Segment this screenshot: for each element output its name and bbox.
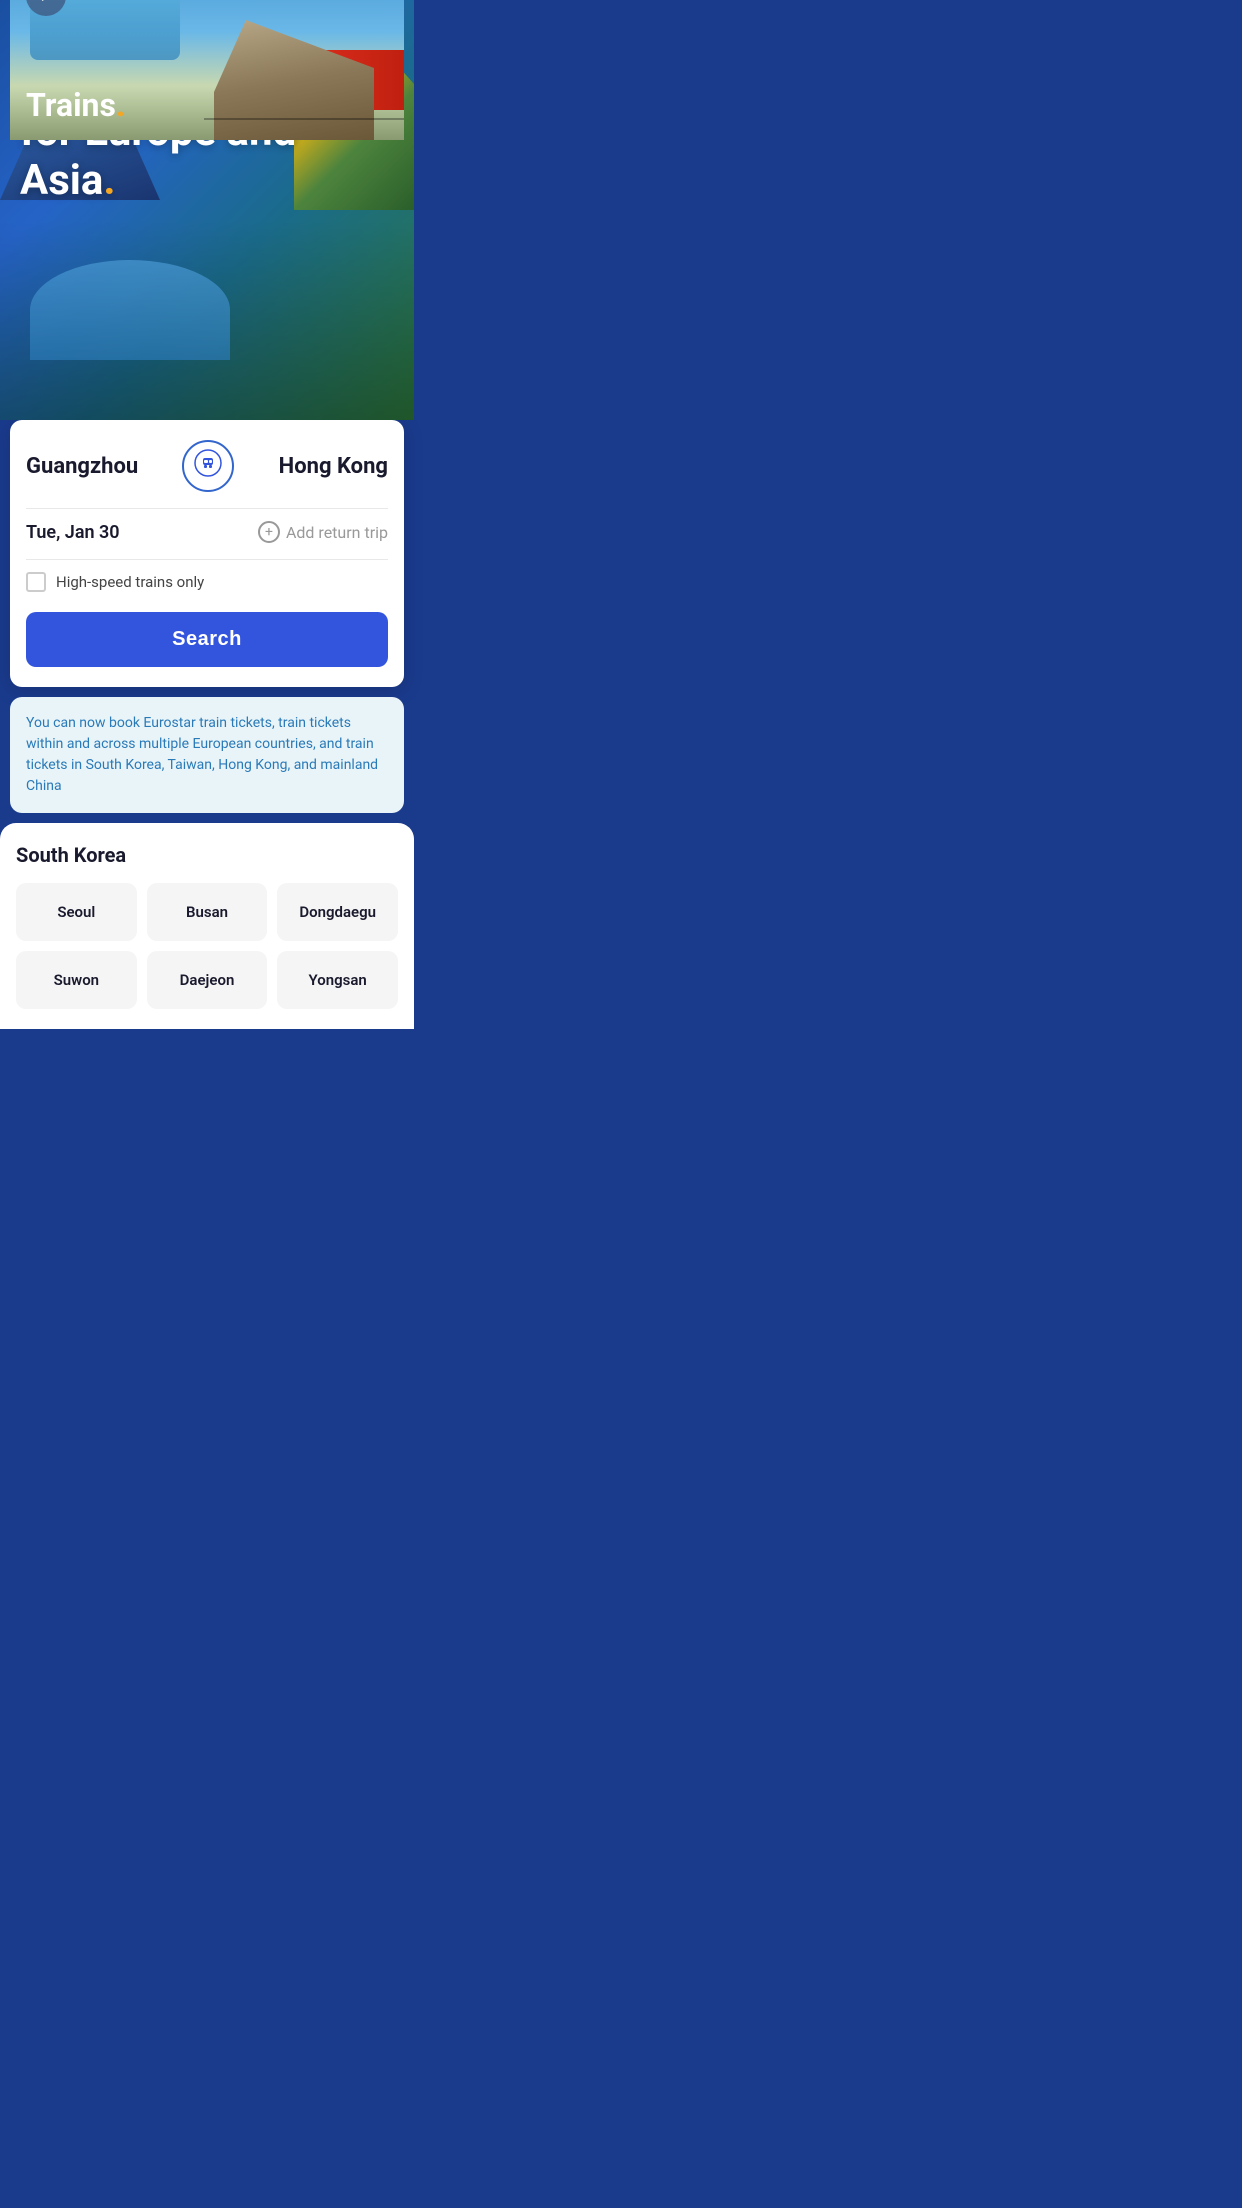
city-name: Daejeon bbox=[157, 971, 258, 989]
city-card[interactable]: Suwon bbox=[16, 951, 137, 1009]
plus-circle-icon: + bbox=[258, 521, 280, 543]
info-text: You can now book Eurostar train tickets,… bbox=[26, 713, 388, 797]
cliff-shape bbox=[214, 20, 374, 140]
search-form: Guangzhou Hong Kong T bbox=[10, 420, 404, 687]
page-wrapper: Train Tickets for Europe and Asia. ← Tra… bbox=[0, 0, 414, 1029]
city-grid: Seoul Busan Dongdaegu Suwon Daejeon Yongsan bbox=[16, 883, 398, 1009]
city-name: Seoul bbox=[26, 903, 127, 921]
ocean-decoration bbox=[30, 260, 230, 360]
city-name: Busan bbox=[157, 903, 258, 921]
form-divider bbox=[26, 508, 388, 509]
swap-icon bbox=[194, 449, 222, 483]
city-name: Yongsan bbox=[287, 971, 388, 989]
high-speed-row: High-speed trains only bbox=[26, 572, 388, 592]
form-divider-2 bbox=[26, 559, 388, 560]
date-row: Tue, Jan 30 + Add return trip bbox=[26, 521, 388, 543]
city-card[interactable]: Daejeon bbox=[147, 951, 268, 1009]
return-trip-button[interactable]: + Add return trip bbox=[258, 521, 388, 543]
info-banner: You can now book Eurostar train tickets,… bbox=[10, 697, 404, 813]
departure-date[interactable]: Tue, Jan 30 bbox=[26, 522, 120, 543]
trains-title: Trains. bbox=[26, 86, 125, 124]
inner-card: ← Trains. bbox=[10, 0, 404, 140]
city-card[interactable]: Yongsan bbox=[277, 951, 398, 1009]
city-card[interactable]: Dongdaegu bbox=[277, 883, 398, 941]
high-speed-checkbox[interactable] bbox=[26, 572, 46, 592]
bottom-section: South Korea Seoul Busan Dongdaegu Suwon Daej… bbox=[0, 823, 414, 1029]
swap-button[interactable] bbox=[182, 440, 234, 492]
hero-section: Train Tickets for Europe and Asia. ← Tra… bbox=[0, 0, 414, 420]
destination-city[interactable]: Hong Kong bbox=[279, 454, 388, 479]
origin-city[interactable]: Guangzhou bbox=[26, 454, 138, 479]
search-button[interactable]: Search bbox=[26, 612, 388, 667]
city-card[interactable]: Seoul bbox=[16, 883, 137, 941]
city-card[interactable]: Busan bbox=[147, 883, 268, 941]
city-name: Dongdaegu bbox=[287, 903, 388, 921]
city-name: Suwon bbox=[26, 971, 127, 989]
route-row: Guangzhou Hong Kong bbox=[26, 440, 388, 492]
high-speed-label[interactable]: High-speed trains only bbox=[56, 573, 204, 591]
region-title: South Korea bbox=[16, 843, 398, 867]
